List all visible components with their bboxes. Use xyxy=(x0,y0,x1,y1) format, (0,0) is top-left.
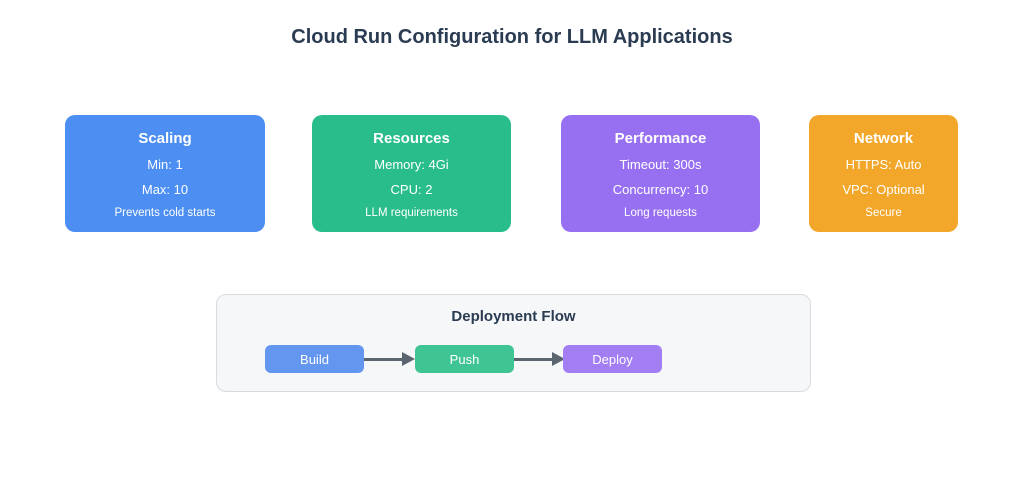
card-performance-title: Performance xyxy=(615,129,707,149)
card-scaling-line-max: Max: 10 xyxy=(142,182,188,198)
card-resources-title: Resources xyxy=(373,129,450,149)
flow-step-push-label: Push xyxy=(450,352,480,367)
diagram-canvas: Cloud Run Configuration for LLM Applicat… xyxy=(0,0,1024,478)
arrow-head xyxy=(402,352,415,366)
arrow-line xyxy=(514,358,552,361)
card-network-title: Network xyxy=(854,129,913,149)
card-performance-note: Long requests xyxy=(624,206,697,220)
card-performance-line-concurrency: Concurrency: 10 xyxy=(613,182,708,198)
card-resources-note: LLM requirements xyxy=(365,206,458,220)
flow-step-build-label: Build xyxy=(300,352,329,367)
flow-step-deploy: Deploy xyxy=(563,345,662,373)
card-performance-line-timeout: Timeout: 300s xyxy=(620,157,702,173)
deployment-flow-panel: Deployment Flow Build Push Deploy xyxy=(216,294,811,392)
card-scaling-line-min: Min: 1 xyxy=(147,157,182,173)
card-network: Network HTTPS: Auto VPC: Optional Secure xyxy=(809,115,958,232)
card-scaling-title: Scaling xyxy=(138,129,191,149)
arrow-right-icon xyxy=(364,345,415,373)
card-network-line-https: HTTPS: Auto xyxy=(846,157,922,173)
flow-step-push: Push xyxy=(415,345,514,373)
page-title: Cloud Run Configuration for LLM Applicat… xyxy=(0,26,1024,49)
card-resources-line-cpu: CPU: 2 xyxy=(391,182,433,198)
arrow-line xyxy=(364,358,402,361)
deployment-flow-title: Deployment Flow xyxy=(217,308,810,325)
card-network-note: Secure xyxy=(865,206,901,220)
card-scaling-note: Prevents cold starts xyxy=(115,206,216,220)
card-resources-line-memory: Memory: 4Gi xyxy=(374,157,448,173)
card-scaling: Scaling Min: 1 Max: 10 Prevents cold sta… xyxy=(65,115,265,232)
card-network-line-vpc: VPC: Optional xyxy=(842,182,924,198)
arrow-right-icon xyxy=(514,345,565,373)
flow-step-build: Build xyxy=(265,345,364,373)
card-resources: Resources Memory: 4Gi CPU: 2 LLM require… xyxy=(312,115,511,232)
card-performance: Performance Timeout: 300s Concurrency: 1… xyxy=(561,115,760,232)
flow-step-deploy-label: Deploy xyxy=(592,352,632,367)
